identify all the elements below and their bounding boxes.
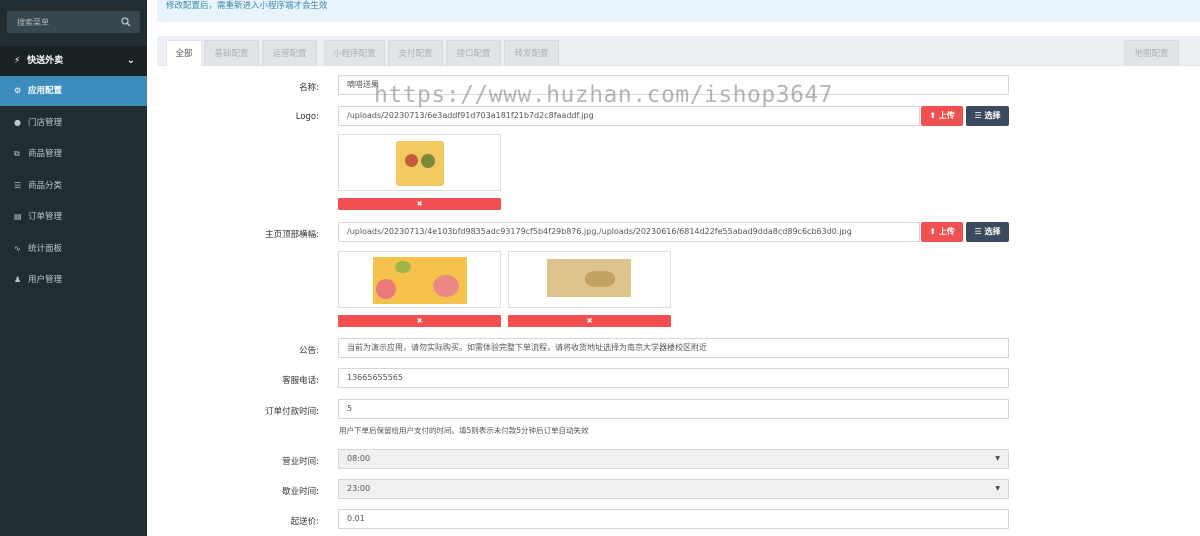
open-time-value: 08:00 (347, 454, 371, 463)
config-tabs: 全部 基础配置 运营配置 小程序配置 支付配置 接口配置 转发配置 地图配置 (157, 36, 1200, 66)
banner-input[interactable]: /uploads/20230713/4e103bfd9835adc93179cf… (338, 222, 920, 242)
logo-image (396, 141, 444, 186)
banner-upload-button[interactable]: ⬆ 上传 (921, 222, 963, 242)
pay-time-label: 订单付款时间: (265, 407, 319, 417)
chevron-down-icon: ⌄ (126, 55, 135, 66)
tab-operation[interactable]: 运营配置 (262, 40, 317, 66)
banner-label: 主页顶部横幅: (265, 230, 319, 240)
logo-upload-button[interactable]: ⬆ 上传 (921, 106, 963, 126)
banner-image-1 (373, 257, 467, 304)
menu-search-input[interactable] (7, 11, 120, 33)
main-content: 修改配置后，需重新进入小程序端才会生效 全部 基础配置 运营配置 小程序配置 支… (147, 0, 1200, 536)
min-price-label: 起送价: (290, 517, 319, 527)
list-icon: ☰ (974, 111, 985, 120)
trash-icon: ✖ (416, 317, 423, 325)
map-marker-icon: ● (14, 118, 21, 127)
tab-payment[interactable]: 支付配置 (388, 40, 443, 66)
sidebar-item-stats[interactable]: ∿ 统计面板 (0, 234, 147, 264)
list-icon: ☰ (14, 181, 22, 190)
sidebar-search (7, 11, 140, 33)
sidebar-item-label: 门店管理 (28, 118, 63, 128)
banner-2-delete-button[interactable]: ✖ (508, 315, 671, 327)
name-label: 名称: (299, 83, 319, 93)
info-alert: 修改配置后，需重新进入小程序端才会生效 (157, 0, 1200, 22)
tab-miniprogram[interactable]: 小程序配置 (324, 40, 385, 66)
search-icon[interactable] (121, 17, 131, 27)
sidebar-item-label: 用户管理 (28, 275, 63, 285)
sidebar-item-label: 应用配置 (28, 86, 63, 96)
tab-map[interactable]: 地图配置 (1124, 40, 1179, 66)
gear-icon: ⚙ (14, 86, 22, 95)
caret-down-icon: ▼ (995, 455, 1000, 462)
logo-label: Logo: (295, 112, 319, 122)
upload-icon: ⬆ (929, 227, 939, 236)
banner-thumbnail-1 (338, 251, 501, 308)
tab-forward[interactable]: 转发配置 (504, 40, 559, 66)
open-time-select[interactable]: 08:00 ▼ (338, 449, 1009, 469)
pay-time-input[interactable]: 5 (338, 399, 1009, 419)
banner-1-delete-button[interactable]: ✖ (338, 315, 501, 327)
logo-input[interactable]: /uploads/20230713/6e3addf91d703a181f21b7… (338, 106, 920, 126)
tab-api[interactable]: 接口配置 (446, 40, 501, 66)
line-chart-icon: ∿ (14, 244, 21, 253)
notice-input[interactable]: 当前为演示应用，请勿实际购买。如需体验完整下单流程，请将收货地址选择为南京大学器… (338, 338, 1009, 358)
upload-icon: ⬆ (929, 111, 939, 120)
trash-icon: ✖ (586, 317, 593, 325)
pay-time-help: 用户下单后保留给用户支付的时间。填5则表示未付款5分钟后订单自动失效 (339, 426, 589, 435)
bolt-icon: ⚡ (14, 56, 21, 66)
sidebar-item-label: 商品管理 (28, 149, 63, 159)
sidebar-item-users[interactable]: ♟ 用户管理 (0, 265, 147, 295)
tab-basic[interactable]: 基础配置 (204, 40, 259, 66)
cubes-icon: ⧉ (14, 149, 20, 158)
logo-delete-button[interactable]: ✖ (338, 198, 501, 210)
logo-thumbnail (338, 134, 501, 191)
close-time-label: 歇业时间: (282, 487, 319, 497)
sidebar: ⚡ 快送外卖 ⌄ ⚙ 应用配置 ● 门店管理 ⧉ 商品管理 ☰ 商品分类 ▤ 订单管理 ∿… (0, 0, 147, 536)
sidebar-item-app-config[interactable]: ⚙ 应用配置 (0, 76, 147, 106)
sidebar-item-label: 统计面板 (28, 244, 63, 254)
sidebar-item-stores[interactable]: ● 门店管理 (0, 108, 147, 138)
banner-choose-button[interactable]: ☰ 选择 (966, 222, 1009, 242)
logo-choose-button[interactable]: ☰ 选择 (966, 106, 1009, 126)
name-input[interactable]: 嘀嗒送果 (338, 75, 1009, 95)
close-time-select[interactable]: 23:00 ▼ (338, 479, 1009, 499)
menu-group-label: 快送外卖 (27, 56, 64, 66)
sidebar-item-products[interactable]: ⧉ 商品管理 (0, 139, 147, 169)
tab-all[interactable]: 全部 (166, 40, 202, 66)
min-price-input[interactable]: 0.01 (338, 509, 1009, 529)
close-time-value: 23:00 (347, 484, 371, 493)
notice-label: 公告: (299, 346, 319, 356)
caret-down-icon: ▼ (995, 485, 1000, 492)
banner-image-2 (547, 259, 631, 297)
file-icon: ▤ (14, 212, 22, 221)
open-time-label: 营业时间: (282, 457, 319, 467)
trash-icon: ✖ (416, 200, 423, 208)
sidebar-item-orders[interactable]: ▤ 订单管理 (0, 202, 147, 232)
sidebar-item-label: 商品分类 (28, 181, 63, 191)
list-icon: ☰ (974, 227, 985, 236)
menu-group-fast-delivery[interactable]: ⚡ 快送外卖 ⌄ (0, 46, 147, 76)
banner-thumbnail-2 (508, 251, 671, 308)
phone-input[interactable]: 13665655565 (338, 368, 1009, 388)
sidebar-item-label: 订单管理 (28, 212, 63, 222)
sidebar-item-categories[interactable]: ☰ 商品分类 (0, 171, 147, 201)
users-icon: ♟ (14, 275, 22, 284)
phone-label: 客服电话: (282, 376, 319, 386)
